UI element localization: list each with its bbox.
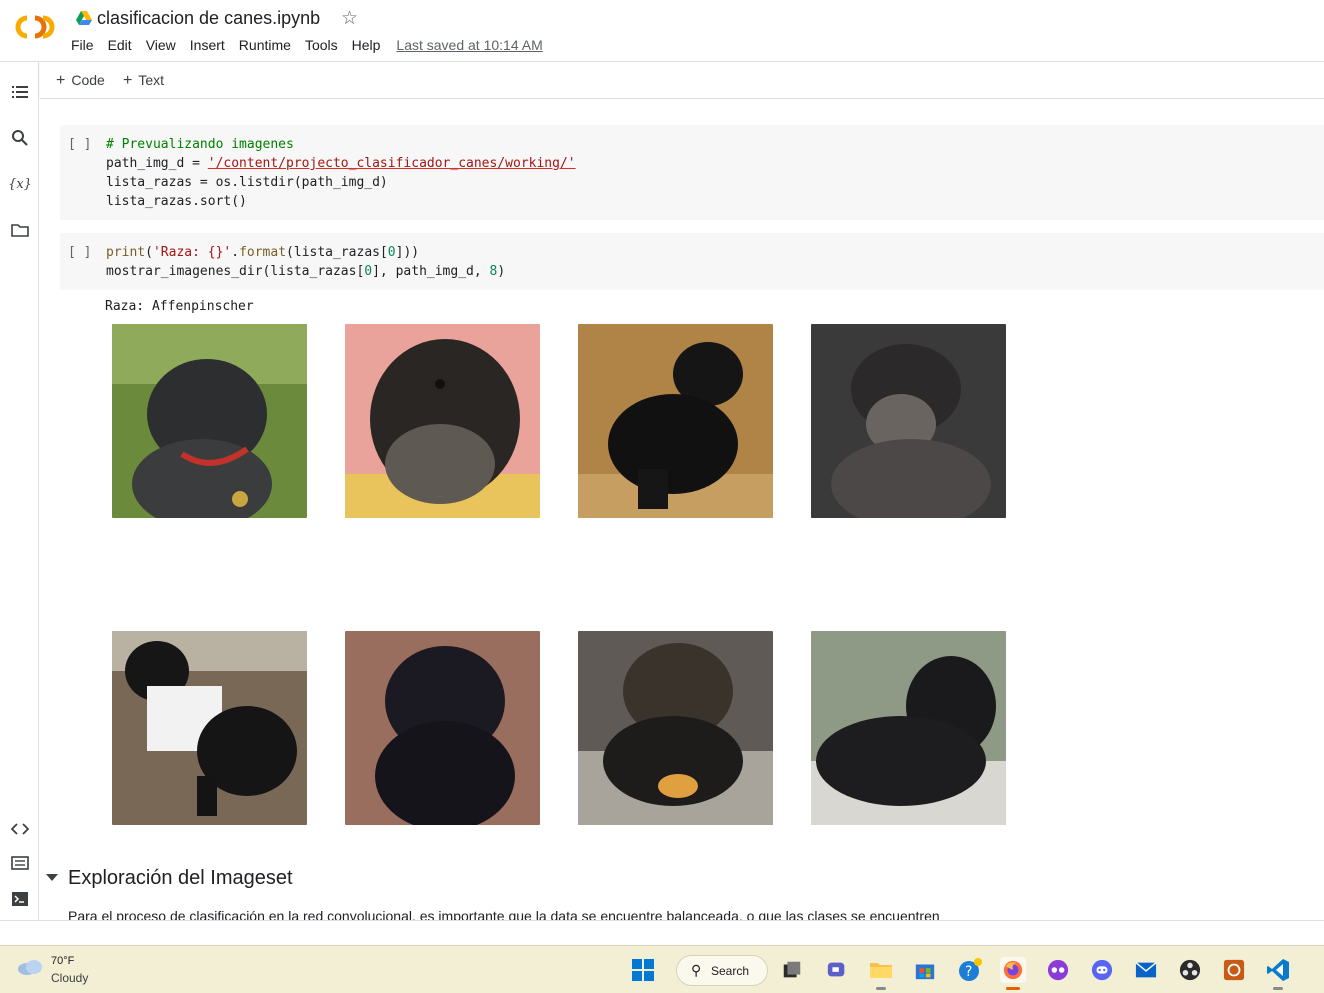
cell-output-text: Raza: Affenpinscher — [105, 299, 254, 314]
microsoft-store-icon[interactable] — [912, 957, 938, 983]
notebook-title[interactable]: clasificacion de canes.ipynb — [97, 8, 320, 29]
menu-edit[interactable]: Edit — [108, 37, 132, 53]
code-line: lista_razas = os.listdir(path_img_d) — [106, 175, 388, 190]
command-palette-icon[interactable] — [9, 852, 31, 874]
file-explorer-icon[interactable] — [868, 957, 894, 990]
dog-image — [345, 631, 540, 825]
google-drive-icon[interactable] — [76, 11, 92, 25]
active-indicator — [1006, 987, 1020, 990]
running-indicator — [1273, 987, 1283, 990]
vscode-icon[interactable] — [1265, 957, 1291, 990]
last-saved-link[interactable]: Last saved at 10:14 AM — [396, 37, 542, 53]
dog-image — [811, 631, 1006, 825]
dog-image — [112, 631, 307, 825]
archive-app-icon[interactable] — [1221, 957, 1247, 983]
windows-start-icon[interactable] — [630, 957, 656, 983]
code-line: lista_razas.sort() — [106, 194, 247, 209]
media-app-icon[interactable] — [1045, 957, 1071, 983]
menu-tools[interactable]: Tools — [305, 37, 338, 53]
run-cell-button[interactable]: [ ] — [68, 245, 91, 260]
dog-image — [578, 324, 773, 518]
dog-image — [578, 631, 773, 825]
add-code-label: Code — [71, 72, 105, 88]
dog-image — [345, 324, 540, 518]
running-indicator — [876, 987, 886, 990]
collapse-section-icon[interactable] — [46, 874, 58, 881]
code-line: print('Raza: {}'.format(lista_razas[0])) — [106, 245, 420, 260]
table-of-contents-icon[interactable] — [9, 81, 31, 103]
menu-insert[interactable]: Insert — [190, 37, 225, 53]
left-rail: {x} — [0, 62, 39, 920]
menu-help[interactable]: Help — [352, 37, 381, 53]
notebook-toolbar: + Code + Text — [40, 62, 1324, 99]
status-strip — [0, 920, 1324, 945]
search-icon: ⚲ — [691, 962, 702, 978]
svg-text:?: ? — [965, 964, 972, 980]
dog-image — [112, 324, 307, 518]
add-code-cell-button[interactable]: + Code — [56, 72, 105, 90]
menu-runtime[interactable]: Runtime — [239, 37, 291, 53]
app-header: clasificacion de canes.ipynb ☆ File Edit… — [0, 0, 1324, 62]
mail-icon[interactable] — [1133, 957, 1159, 983]
get-help-icon[interactable]: ? — [957, 957, 983, 983]
dog-image — [811, 324, 1006, 518]
code-snippets-icon[interactable] — [9, 818, 31, 840]
weather-temperature[interactable]: 70°F — [51, 955, 74, 967]
notebook-body: [ ] # Prevualizando imagenes path_img_d … — [40, 99, 1324, 920]
files-folder-icon[interactable] — [9, 219, 31, 241]
section-heading: Exploración del Imageset — [68, 867, 293, 889]
task-view-icon[interactable] — [779, 957, 805, 983]
code-line: mostrar_imagenes_dir(lista_razas[0], pat… — [106, 264, 506, 279]
search-icon[interactable] — [9, 127, 31, 149]
terminal-icon[interactable] — [9, 888, 31, 910]
star-icon[interactable]: ☆ — [341, 7, 358, 30]
variables-icon[interactable]: {x} — [8, 173, 32, 195]
windows-taskbar: 70°F Cloudy ⚲ Search ? — [0, 945, 1324, 993]
code-cell[interactable]: [ ] # Prevualizando imagenes path_img_d … — [60, 125, 1324, 220]
discord-icon[interactable] — [1089, 957, 1115, 983]
code-line: # Prevualizando imagenes — [106, 137, 294, 152]
add-text-cell-button[interactable]: + Text — [123, 72, 164, 90]
taskbar-search-label: Search — [711, 964, 750, 978]
code-editor[interactable]: # Prevualizando imagenes path_img_d = '/… — [106, 135, 576, 211]
weather-condition[interactable]: Cloudy — [51, 971, 88, 985]
section-paragraph: Para el proceso de clasificación en la r… — [68, 908, 940, 920]
code-cell[interactable]: [ ] print('Raza: {}'.format(lista_razas[… — [60, 233, 1324, 290]
obs-studio-icon[interactable] — [1177, 957, 1203, 983]
taskbar-search-button[interactable]: ⚲ Search — [676, 955, 768, 986]
code-line: path_img_d = '/content/projecto_clasific… — [106, 156, 576, 171]
colab-logo-icon[interactable] — [13, 13, 57, 41]
cloud-icon[interactable] — [16, 957, 44, 977]
teams-chat-icon[interactable] — [824, 957, 850, 983]
firefox-icon[interactable] — [1000, 957, 1026, 990]
menu-file[interactable]: File — [71, 37, 94, 53]
menu-view[interactable]: View — [146, 37, 176, 53]
code-editor[interactable]: print('Raza: {}'.format(lista_razas[0]))… — [106, 243, 505, 281]
run-cell-button[interactable]: [ ] — [68, 137, 91, 152]
menu-bar: File Edit View Insert Runtime Tools Help… — [71, 37, 543, 53]
add-text-label: Text — [138, 72, 165, 88]
